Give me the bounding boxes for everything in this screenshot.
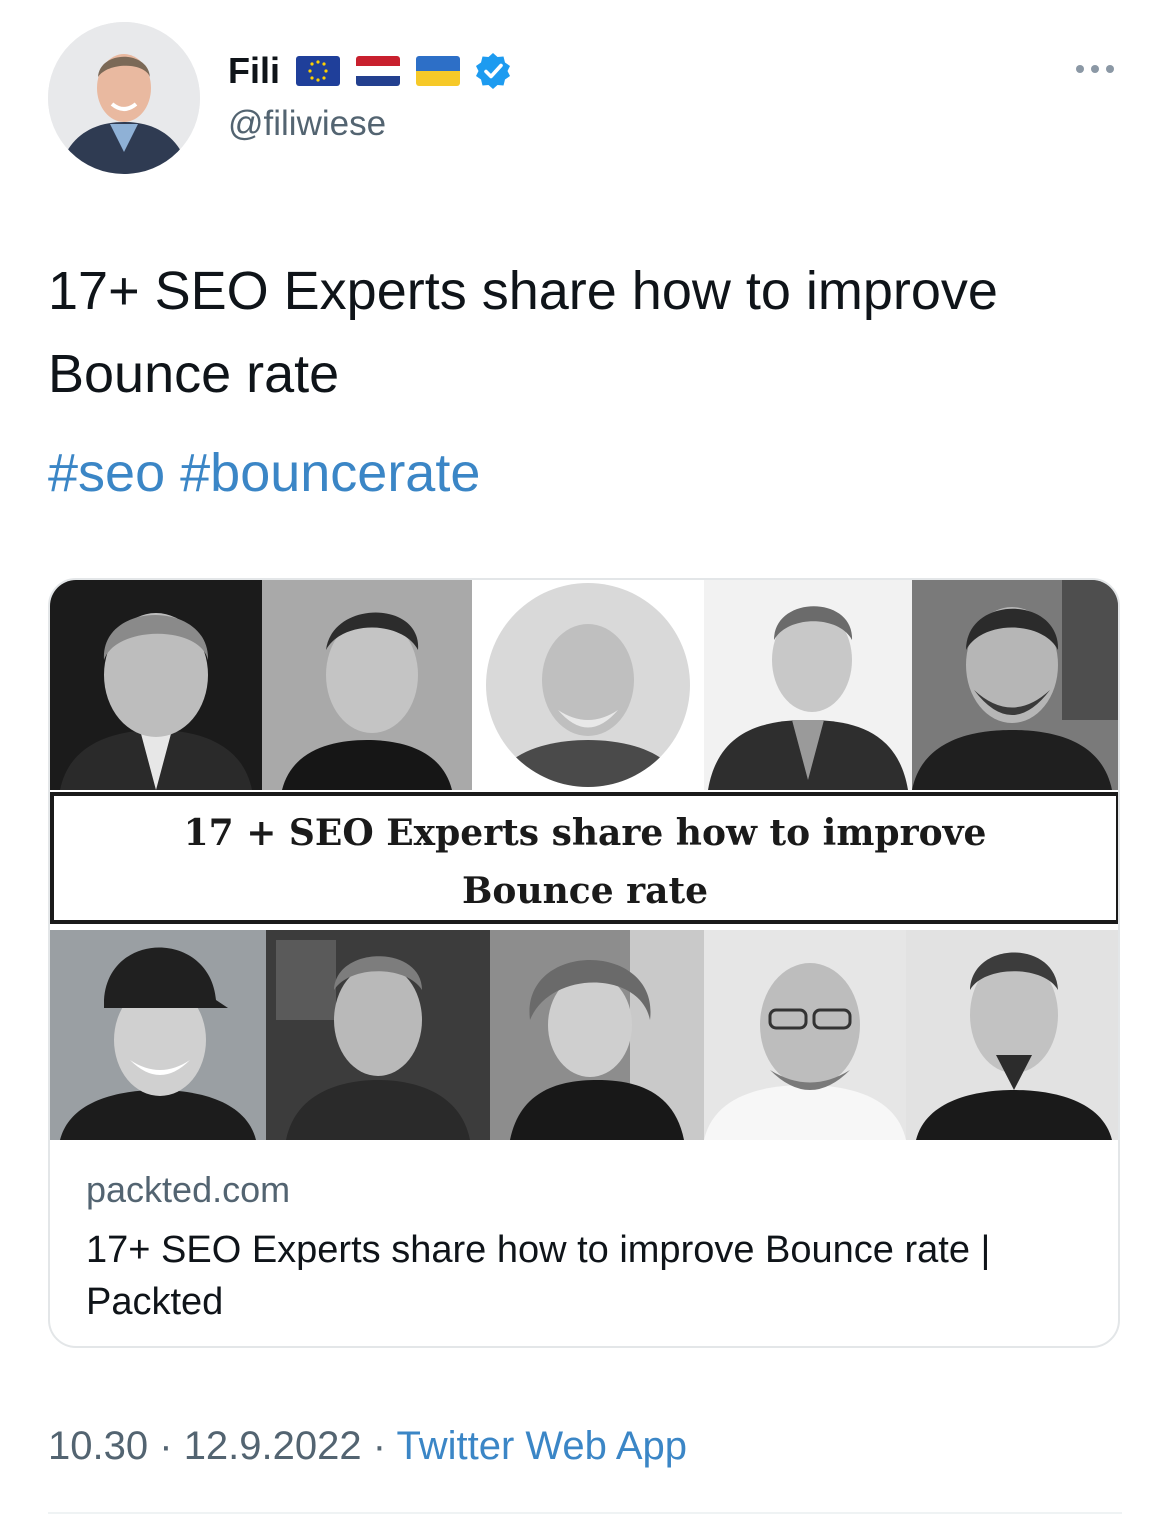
expert-photo — [490, 930, 704, 1140]
expert-photo — [50, 930, 266, 1140]
card-domain: packted.com — [86, 1169, 291, 1210]
meta-separator: · — [372, 1424, 387, 1468]
card-meta: packted.com 17+ SEO Experts share how to… — [86, 1168, 1086, 1328]
verified-badge-icon — [474, 52, 512, 90]
card-image: 17 + SEO Experts share how to improve Bo… — [50, 580, 1118, 1142]
expert-photos-bottom-row — [50, 930, 1118, 1140]
display-name[interactable]: Fili — [228, 50, 280, 92]
expert-photos-top-row — [50, 580, 1118, 790]
tweet-time[interactable]: 10.30 — [48, 1424, 148, 1468]
card-image-heading-line1: 17 + SEO Experts share how to improve — [183, 812, 987, 854]
tweet-date[interactable]: 12.9.2022 — [184, 1424, 362, 1468]
expert-photo — [262, 580, 472, 790]
hashtags: #seo #bouncerate — [48, 440, 480, 506]
expert-photo — [704, 580, 912, 790]
meta-separator: · — [159, 1424, 173, 1468]
expert-photo — [50, 580, 262, 790]
divider — [48, 1512, 1122, 1514]
tweet-text: 17+ SEO Experts share how to improve Bou… — [48, 261, 998, 404]
card-image-heading: 17 + SEO Experts share how to improve Bo… — [50, 792, 1118, 924]
card-title: 17+ SEO Experts share how to improve Bou… — [86, 1229, 991, 1323]
expert-photo — [912, 580, 1118, 790]
hashtag-seo[interactable]: #seo — [48, 443, 165, 503]
expert-photo — [266, 930, 490, 1140]
netherlands-flag-icon — [356, 56, 400, 86]
link-preview-card[interactable]: 17 + SEO Experts share how to improve Bo… — [48, 578, 1120, 1348]
expert-photo — [704, 930, 906, 1140]
tweet-meta: 10.30 · 12.9.2022 · Twitter Web App — [48, 1424, 687, 1469]
eu-flag-icon — [296, 56, 340, 86]
expert-photo — [472, 580, 704, 790]
avatar[interactable] — [48, 22, 200, 174]
author-handle[interactable]: @filiwiese — [228, 104, 386, 144]
author-name-row: Fili — [228, 46, 512, 96]
ukraine-flag-icon — [416, 56, 460, 86]
hashtag-bouncerate[interactable]: #bouncerate — [180, 443, 480, 503]
expert-photo — [906, 930, 1118, 1140]
tweet-source-link[interactable]: Twitter Web App — [396, 1424, 687, 1468]
more-options-icon[interactable] — [1070, 54, 1120, 84]
card-image-heading-line2: Bounce rate — [462, 870, 708, 912]
